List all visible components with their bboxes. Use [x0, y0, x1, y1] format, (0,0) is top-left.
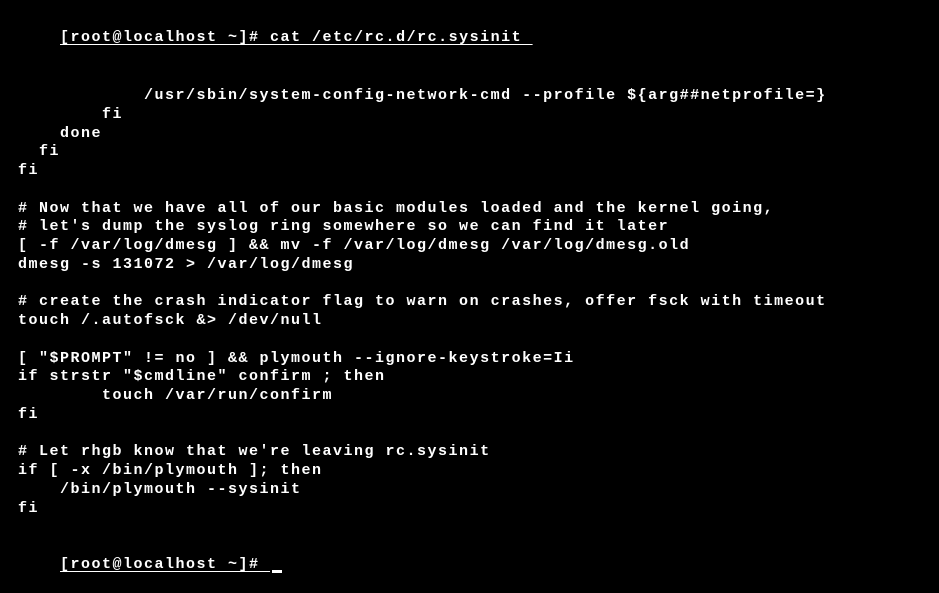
prompt-command-line: [root@localhost ~]# cat /etc/rc.d/rc.sys…	[60, 29, 533, 48]
terminal-output-line: fi	[18, 143, 921, 162]
terminal-output-line: done	[18, 125, 921, 144]
terminal-output-line: if [ -x /bin/plymouth ]; then	[18, 462, 921, 481]
prompt-ready: [root@localhost ~]#	[60, 556, 270, 573]
terminal-output-line	[18, 331, 921, 350]
terminal-output-line	[18, 275, 921, 294]
terminal-output-line	[18, 425, 921, 444]
terminal-output-line: [ "$PROMPT" != no ] && plymouth --ignore…	[18, 350, 921, 369]
terminal-output-line: fi	[18, 500, 921, 519]
terminal-output-line: [ -f /var/log/dmesg ] && mv -f /var/log/…	[18, 237, 921, 256]
terminal-output-line: fi	[18, 106, 921, 125]
terminal-window[interactable]: [root@localhost ~]# cat /etc/rc.d/rc.sys…	[18, 10, 921, 593]
terminal-output-line	[18, 181, 921, 200]
terminal-output-line: # create the crash indicator flag to war…	[18, 293, 921, 312]
terminal-output-line: if strstr "$cmdline" confirm ; then	[18, 368, 921, 387]
terminal-output-line: # Let rhgb know that we're leaving rc.sy…	[18, 443, 921, 462]
terminal-output-line: touch /var/run/confirm	[18, 387, 921, 406]
terminal-output-line: fi	[18, 162, 921, 181]
terminal-output: /usr/sbin/system-config-network-cmd --pr…	[18, 68, 921, 537]
terminal-output-line: # Now that we have all of our basic modu…	[18, 200, 921, 219]
terminal-output-line: /bin/plymouth --sysinit	[18, 481, 921, 500]
terminal-output-line: touch /.autofsck &> /dev/null	[18, 312, 921, 331]
cursor-icon	[272, 570, 282, 573]
terminal-output-line	[18, 68, 921, 87]
terminal-output-line: fi	[18, 406, 921, 425]
terminal-output-line	[18, 518, 921, 537]
terminal-output-line: # let's dump the syslog ring somewhere s…	[18, 218, 921, 237]
terminal-output-line: dmesg -s 131072 > /var/log/dmesg	[18, 256, 921, 275]
terminal-output-line: /usr/sbin/system-config-network-cmd --pr…	[18, 87, 921, 106]
